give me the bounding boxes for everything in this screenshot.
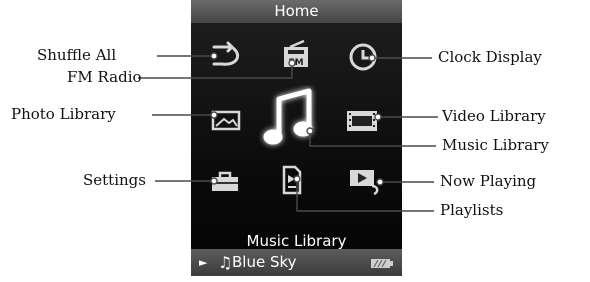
callout-clock-display: Clock Display — [438, 48, 542, 66]
callout-video-library: Video Library — [442, 107, 546, 125]
callout-photo-library: Photo Library — [11, 105, 116, 123]
callout-fm-radio: FM Radio — [67, 68, 142, 86]
callout-shuffle-all: Shuffle All — [37, 46, 117, 64]
callout-settings: Settings — [83, 171, 146, 189]
callout-music-library: Music Library — [442, 136, 549, 154]
callout-playlists: Playlists — [440, 201, 504, 219]
callout-now-playing: Now Playing — [440, 172, 537, 190]
